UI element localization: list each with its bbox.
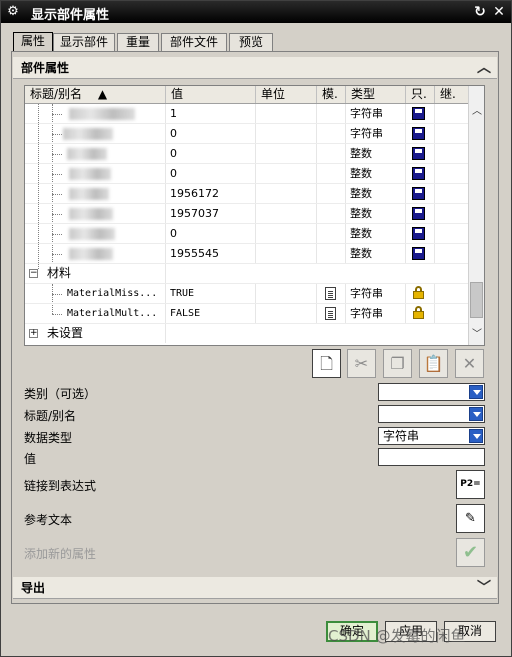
note-icon <box>325 287 336 300</box>
expand-icon[interactable]: + <box>29 329 38 338</box>
reference-text-label: 参考文本 <box>24 513 73 527</box>
tree-group-unset[interactable]: + 未设置 <box>25 324 469 344</box>
value-label: 值 <box>24 452 37 466</box>
dialog-window: ⚙ 显示部件属性 ↻ ✕ 属性 显示部件 重量 部件文件 预览 部件属性 ︿ 标… <box>0 0 512 657</box>
tab-display-part[interactable]: 显示部件 <box>53 33 115 52</box>
window-title: 显示部件属性 <box>31 8 110 23</box>
collapse-icon[interactable]: − <box>29 269 38 278</box>
sort-ascending-icon: ▲ <box>97 87 108 101</box>
column-header-mode[interactable]: 模. <box>317 86 346 103</box>
table-header: 标题/别名 ▲ 值 单位 模. 类型 只. 继. <box>25 86 469 104</box>
save-icon <box>412 107 425 120</box>
new-attribute-button[interactable]: 🗋 <box>312 349 341 378</box>
add-attribute-label: 添加新的属性 <box>24 547 97 561</box>
datatype-select[interactable]: 字符串 <box>378 427 485 445</box>
paste-icon: 📋 <box>423 354 444 373</box>
attributes-table: 标题/别名 ▲ 值 单位 模. 类型 只. 继. 1 字符串 0 字符串 0 整… <box>24 85 485 346</box>
note-icon <box>325 307 336 320</box>
column-header-readonly[interactable]: 只. <box>406 86 435 103</box>
save-icon <box>412 227 425 240</box>
watermark: CSDN @发霉的闲鱼 <box>328 627 466 645</box>
tab-weight[interactable]: 重量 <box>117 33 159 52</box>
gear-icon[interactable]: ⚙ <box>5 4 21 20</box>
redacted-title <box>69 108 135 120</box>
scroll-thumb[interactable] <box>470 282 483 318</box>
delete-button[interactable]: ✕ <box>455 349 484 378</box>
vertical-scrollbar[interactable]: ︿ ﹀ <box>468 86 484 345</box>
column-header-title[interactable]: 标题/别名 ▲ <box>25 86 166 103</box>
scissors-icon: ✂ <box>354 354 369 373</box>
dropdown-arrow-icon[interactable] <box>469 407 483 421</box>
redacted-title <box>69 168 111 180</box>
tree-group-material[interactable]: − 材料 <box>25 264 469 284</box>
close-icon[interactable]: ✕ <box>490 3 508 21</box>
edit-text-icon: ✎ <box>465 511 476 526</box>
link-expression-label: 链接到表达式 <box>24 479 97 493</box>
save-icon <box>412 147 425 160</box>
chevron-up-icon[interactable]: ︿ <box>475 59 493 77</box>
redacted-title <box>69 248 113 260</box>
copy-icon: ❐ <box>390 354 405 373</box>
redacted-title <box>69 228 115 240</box>
lock-icon <box>412 306 425 320</box>
tab-attributes[interactable]: 属性 <box>13 32 53 52</box>
delete-icon: ✕ <box>462 354 477 373</box>
section-export[interactable]: 导出 ﹀ <box>13 577 497 599</box>
table-row[interactable]: 0 整数 <box>25 164 469 184</box>
redacted-title <box>67 148 107 160</box>
value-input[interactable] <box>378 448 485 466</box>
table-row[interactable]: 1957037 整数 <box>25 204 469 224</box>
dropdown-arrow-icon[interactable] <box>469 385 483 399</box>
cut-button[interactable]: ✂ <box>347 349 376 378</box>
tab-preview[interactable]: 预览 <box>229 33 273 52</box>
category-label: 类别（可选） <box>24 387 97 401</box>
expression-icon: P2= <box>460 479 481 489</box>
chevron-down-icon[interactable]: ﹀ <box>475 579 493 597</box>
table-row[interactable]: 0 整数 <box>25 144 469 164</box>
lock-icon <box>412 286 425 300</box>
table-row[interactable]: 0 整数 <box>25 224 469 244</box>
table-row[interactable]: MaterialMiss... TRUE 字符串 <box>25 284 469 304</box>
title-bar: ⚙ 显示部件属性 ↻ ✕ <box>1 1 511 23</box>
datatype-label: 数据类型 <box>24 431 73 445</box>
category-select[interactable] <box>378 383 485 401</box>
save-icon <box>412 167 425 180</box>
redacted-title <box>69 188 109 200</box>
save-icon <box>412 187 425 200</box>
new-document-icon: 🗋 <box>320 354 333 373</box>
save-icon <box>412 207 425 220</box>
redacted-title <box>69 208 113 220</box>
group-label: 材料 <box>47 266 72 280</box>
title-alias-select[interactable] <box>378 405 485 423</box>
redacted-title <box>63 128 113 140</box>
column-header-unit[interactable]: 单位 <box>256 86 317 103</box>
section-title: 导出 <box>21 581 46 595</box>
paste-button[interactable]: 📋 <box>419 349 448 378</box>
table-row[interactable]: MaterialMult... FALSE 字符串 <box>25 304 469 324</box>
tab-part-file[interactable]: 部件文件 <box>161 33 227 52</box>
table-row[interactable]: 1 字符串 <box>25 104 469 124</box>
dropdown-arrow-icon[interactable] <box>469 429 483 443</box>
scroll-down-icon[interactable]: ﹀ <box>469 327 484 343</box>
group-label: 未设置 <box>47 326 84 340</box>
table-row[interactable]: 0 字符串 <box>25 124 469 144</box>
reference-text-button[interactable]: ✎ <box>456 504 485 533</box>
column-header-type[interactable]: 类型 <box>346 86 406 103</box>
add-attribute-button[interactable]: ✔ <box>456 538 485 567</box>
scroll-up-icon[interactable]: ︿ <box>469 104 484 120</box>
checkmark-icon: ✔ <box>462 542 479 563</box>
table-row[interactable]: 1955545 整数 <box>25 244 469 264</box>
title-alias-label: 标题/别名 <box>24 409 77 423</box>
column-header-value[interactable]: 值 <box>166 86 256 103</box>
link-expression-button[interactable]: P2= <box>456 470 485 499</box>
column-header-inherit[interactable]: 继. <box>435 86 469 103</box>
section-title: 部件属性 <box>21 61 70 75</box>
section-part-attributes[interactable]: 部件属性 ︿ <box>13 57 497 79</box>
save-icon <box>412 247 425 260</box>
save-icon <box>412 127 425 140</box>
table-row[interactable]: 1956172 整数 <box>25 184 469 204</box>
copy-button[interactable]: ❐ <box>383 349 412 378</box>
reset-icon[interactable]: ↻ <box>471 3 489 21</box>
